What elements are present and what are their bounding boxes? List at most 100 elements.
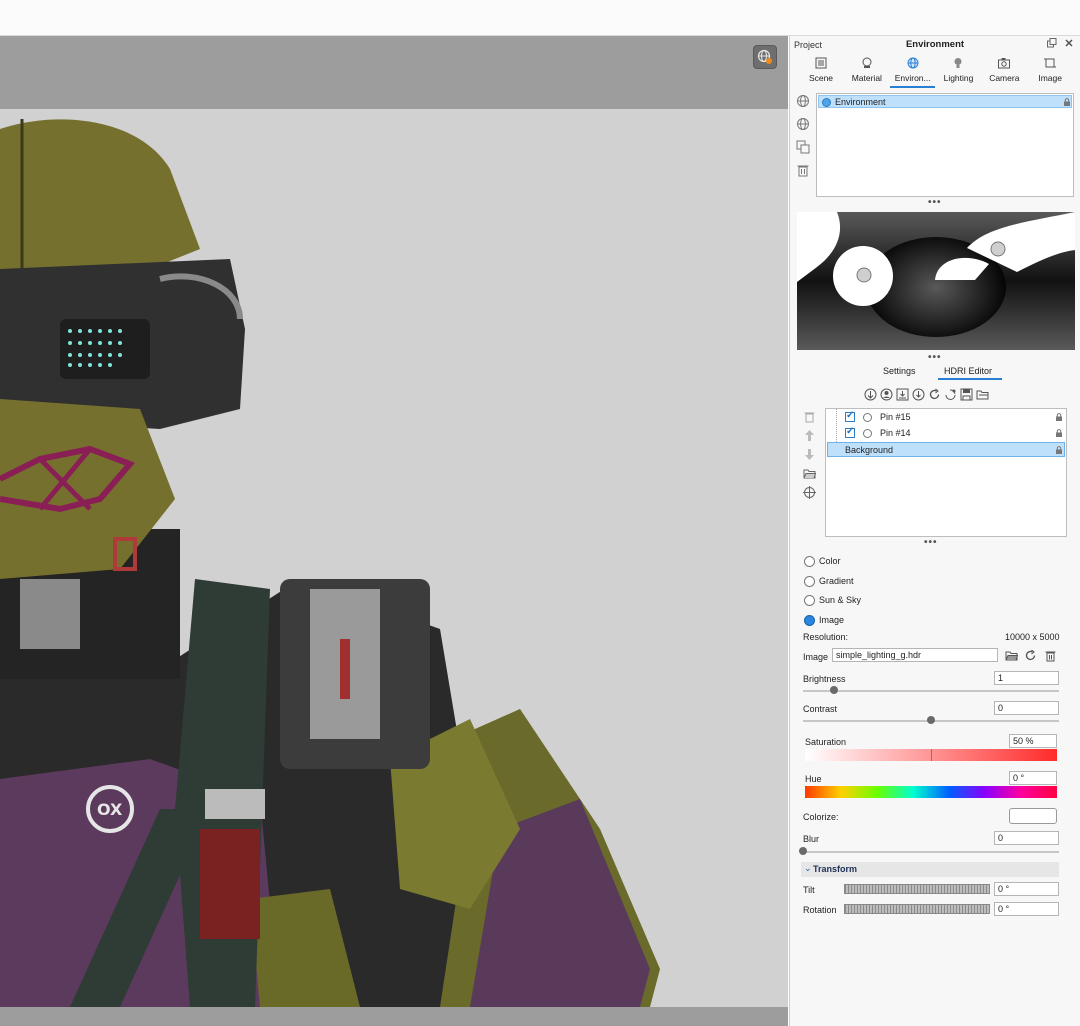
pin-visible-checkbox[interactable]	[845, 410, 855, 422]
environment-panel: Project Environment ✕ Scene Material Env…	[789, 36, 1080, 1026]
blur-slider-knob[interactable]	[799, 847, 807, 855]
editor-subtabs: Settings HDRI Editor	[868, 364, 1008, 380]
trash-icon[interactable]	[796, 163, 810, 177]
hue-label: Hue	[805, 774, 822, 784]
radio-button-selected[interactable]	[804, 614, 815, 626]
hue-field[interactable]: 0 °	[1009, 771, 1057, 785]
list-item-background[interactable]: Background	[827, 442, 1065, 457]
saturation-marker[interactable]	[931, 749, 932, 761]
import-pin-icon[interactable]	[896, 388, 909, 401]
add-area-pin-icon[interactable]	[880, 388, 893, 401]
export-pin-icon[interactable]	[912, 388, 925, 401]
tilt-label: Tilt	[803, 885, 815, 895]
resize-handle-preview[interactable]: •••	[928, 352, 942, 363]
contrast-label: Contrast	[803, 704, 838, 714]
hue-gradient-slider[interactable]	[805, 786, 1057, 798]
blur-field[interactable]: 0	[994, 831, 1059, 845]
material-sphere-icon	[862, 57, 872, 68]
lock-icon[interactable]	[1055, 429, 1063, 437]
list-item-pin[interactable]: Pin #14	[827, 426, 1065, 441]
folder-open-icon[interactable]	[1005, 649, 1019, 662]
camera-icon	[998, 58, 1011, 69]
tab-material[interactable]: Material	[844, 54, 890, 88]
panel-title: Environment	[905, 39, 965, 50]
image-file-field[interactable]: simple_lighting_g.hdr	[832, 648, 998, 662]
duplicate-icon[interactable]	[796, 140, 810, 154]
pin-visible-checkbox[interactable]	[845, 426, 855, 438]
add-environment-icon[interactable]	[796, 94, 810, 108]
radio-button[interactable]	[804, 556, 815, 567]
float-window-icon[interactable]	[1046, 38, 1058, 50]
rotation-field[interactable]: 0 °	[994, 902, 1059, 916]
contrast-field[interactable]: 0	[994, 701, 1059, 715]
radio-button[interactable]	[804, 575, 815, 587]
tilt-field[interactable]: 0 °	[994, 882, 1059, 896]
subtab-hdri-editor[interactable]: HDRI Editor	[938, 366, 1003, 380]
scene-icon	[815, 57, 827, 69]
transform-section-header[interactable]: ⌄ Transform	[801, 862, 1059, 877]
list-item-pin[interactable]: Pin #15	[827, 410, 1065, 425]
render-viewport[interactable]: OX	[0, 36, 788, 1026]
hdri-preview-map[interactable]	[797, 212, 1075, 350]
globe-add-icon[interactable]	[796, 117, 810, 131]
tab-lighting[interactable]: Lighting	[935, 54, 981, 88]
blur-label: Blur	[803, 834, 820, 844]
svg-text:OX: OX	[97, 800, 123, 819]
saturation-field[interactable]: 50 %	[1009, 734, 1057, 748]
reload-icon[interactable]	[1024, 649, 1037, 662]
folder-open-icon[interactable]	[803, 467, 817, 480]
character-render: OX	[0, 119, 660, 1007]
sync-icon[interactable]	[944, 388, 957, 401]
top-toolbar-strip	[0, 0, 1080, 36]
tab-image[interactable]: Image	[1027, 54, 1073, 88]
rotation-dial[interactable]	[844, 904, 990, 914]
radio-button[interactable]	[804, 595, 815, 606]
colorize-color-swatch[interactable]	[1009, 808, 1057, 824]
lock-icon[interactable]	[1055, 446, 1063, 454]
image-crop-icon	[1044, 58, 1057, 68]
trash-icon[interactable]	[803, 410, 816, 423]
panel-tabs: Scene Material Environ... Lighting Camer…	[798, 54, 1073, 88]
render-image: OX	[0, 109, 788, 1007]
resize-handle-pins[interactable]: •••	[924, 537, 938, 548]
rotation-label: Rotation	[803, 905, 837, 915]
subtab-settings[interactable]: Settings	[883, 366, 916, 376]
image-label: Image	[803, 652, 829, 662]
rotate-icon[interactable]	[928, 388, 941, 401]
tilt-dial[interactable]	[844, 884, 990, 894]
add-pin-icon[interactable]	[864, 388, 877, 401]
arrow-up-icon[interactable]	[803, 429, 816, 442]
contrast-slider-knob[interactable]	[927, 716, 935, 724]
tab-camera[interactable]: Camera	[981, 54, 1027, 88]
target-icon[interactable]	[803, 486, 816, 499]
trash-icon[interactable]	[1044, 649, 1057, 662]
arrow-down-icon[interactable]	[803, 448, 816, 461]
panel-header: Project Environment ✕	[790, 36, 1080, 53]
blur-slider[interactable]	[803, 851, 1059, 853]
lock-icon[interactable]	[1063, 98, 1071, 106]
lock-icon[interactable]	[1055, 413, 1063, 421]
colorize-label: Colorize:	[803, 812, 839, 822]
render-globe-icon[interactable]	[753, 45, 777, 69]
brightness-slider-knob[interactable]	[829, 686, 838, 694]
brightness-label: Brightness	[803, 674, 846, 684]
tab-scene[interactable]: Scene	[798, 54, 844, 88]
environment-side-toolbar	[796, 94, 812, 186]
resize-handle[interactable]: •••	[928, 197, 942, 208]
close-icon[interactable]: ✕	[1063, 38, 1075, 50]
light-bulb-icon	[954, 58, 962, 68]
pin-solo-radio[interactable]	[863, 412, 872, 422]
folder-icon[interactable]	[976, 388, 989, 401]
project-label[interactable]: Project	[794, 40, 822, 50]
resolution-value: 10000 x 5000	[1005, 632, 1060, 642]
hdri-pin-list: Pin #15 Pin #14 Background	[825, 408, 1067, 537]
brightness-slider[interactable]	[803, 690, 1059, 692]
chevron-down-icon: ⌄	[804, 863, 812, 873]
environment-list: Environment	[816, 93, 1074, 197]
pin-solo-radio[interactable]	[863, 428, 872, 438]
globe-icon	[907, 57, 919, 69]
tab-environment[interactable]: Environ...	[889, 54, 936, 88]
save-icon[interactable]	[960, 388, 973, 401]
list-item-environment[interactable]: Environment	[818, 95, 1072, 108]
brightness-field[interactable]: 1	[994, 671, 1059, 685]
